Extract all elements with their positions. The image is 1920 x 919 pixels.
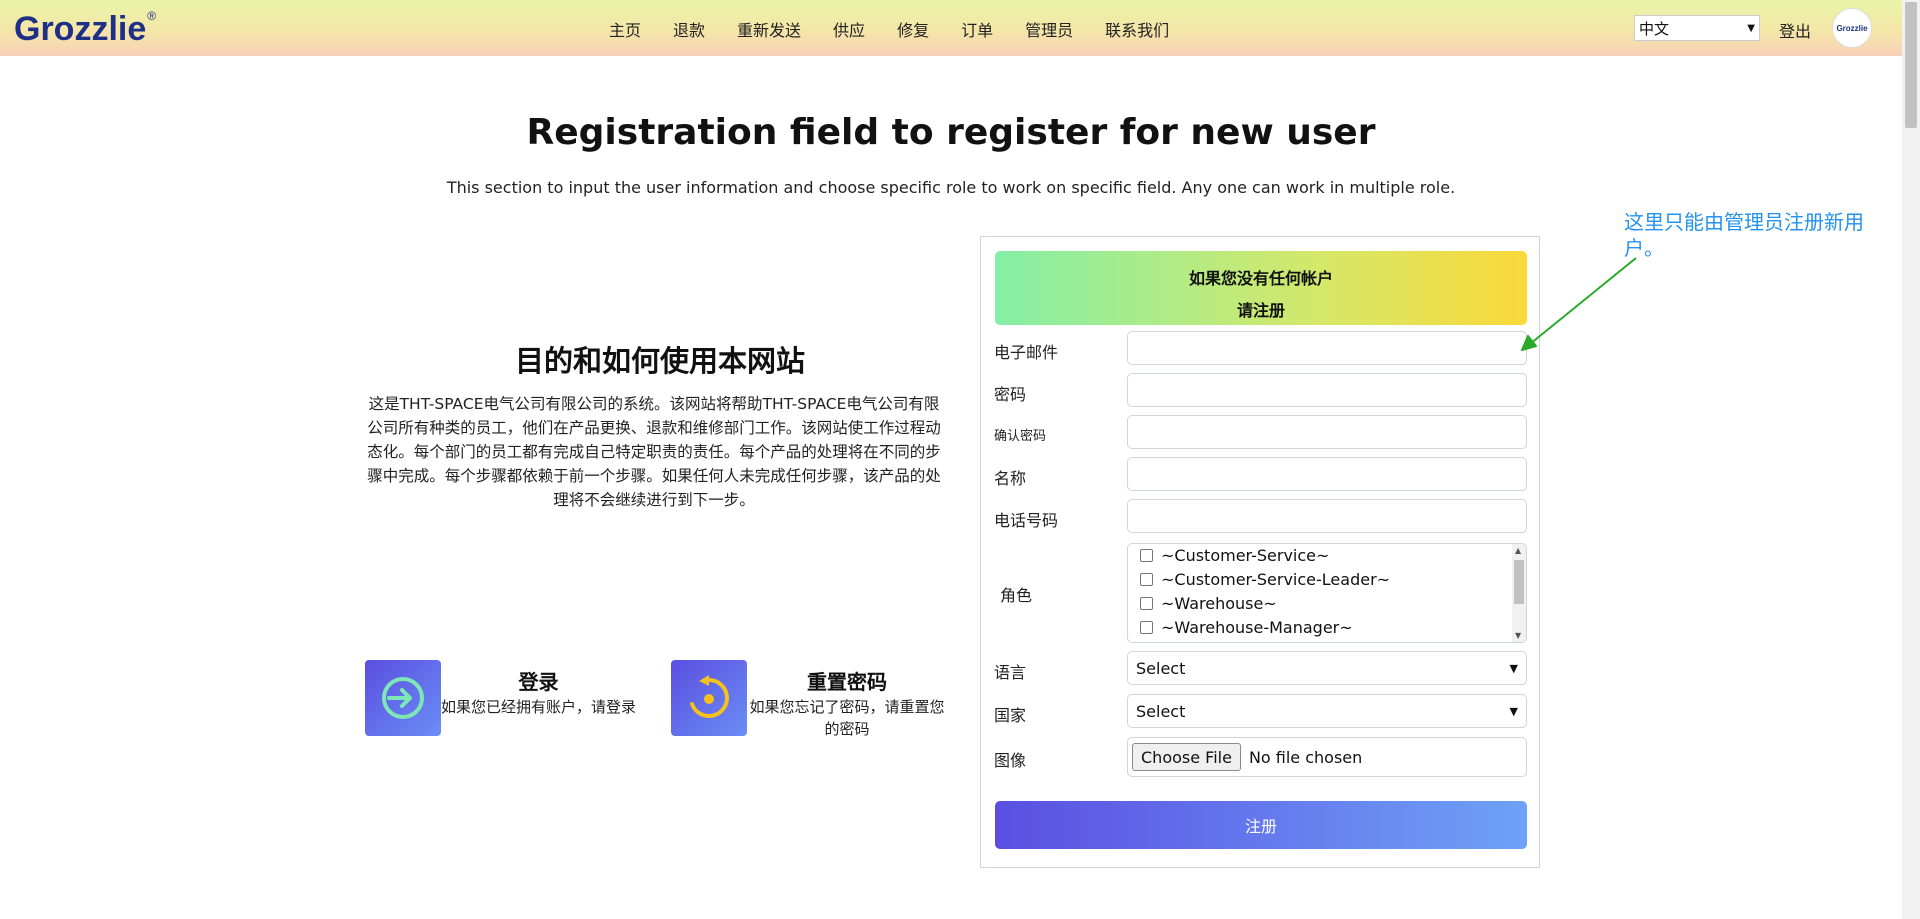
logo-registered-mark: ®: [147, 8, 157, 23]
role-option-customer-service[interactable]: ~Customer-Service~: [1140, 546, 1329, 565]
role-list-scrollbar-thumb[interactable]: [1514, 560, 1524, 604]
language-select[interactable]: 中文 ▼: [1634, 15, 1760, 41]
language-label: 语言: [994, 663, 1027, 682]
register-button[interactable]: 注册: [995, 801, 1527, 849]
name-label: 名称: [994, 469, 1027, 488]
role-option-warehouse-manager[interactable]: ~Warehouse-Manager~: [1140, 618, 1353, 637]
country-label: 国家: [994, 706, 1027, 725]
chevron-down-icon: ▼: [1509, 704, 1518, 718]
email-label: 电子邮件: [994, 343, 1059, 362]
nav-refund[interactable]: 退款: [673, 17, 705, 41]
language-select-value: 中文: [1639, 19, 1670, 38]
banner-register-text: 请注册: [1236, 301, 1285, 320]
login-arrow-icon[interactable]: [365, 660, 441, 736]
country-dropdown[interactable]: Select ▼: [1127, 694, 1527, 728]
page-scrollbar-thumb[interactable]: [1905, 2, 1917, 128]
role-option-warehouse[interactable]: ~Warehouse~: [1140, 594, 1277, 613]
role-checkbox[interactable]: [1140, 621, 1153, 634]
image-label: 图像: [994, 751, 1027, 770]
purpose-title: 目的和如何使用本网站: [514, 344, 805, 378]
reset-card-text: 如果您忘记了密码，请重置您的密码: [749, 698, 945, 738]
country-dropdown-value: Select: [1136, 701, 1186, 721]
nav-admin[interactable]: 管理员: [1025, 17, 1073, 41]
banner-no-account-text: 如果您没有任何帐户: [1188, 269, 1333, 288]
choose-file-button[interactable]: Choose File: [1132, 743, 1241, 771]
email-field[interactable]: [1127, 331, 1527, 365]
nav-repair[interactable]: 修复: [897, 17, 929, 41]
login-card[interactable]: 登录 如果您已经拥有账户，请登录: [365, 660, 640, 740]
logo-text: Grozzlie: [14, 10, 147, 48]
role-checkbox[interactable]: [1140, 549, 1153, 562]
role-option-label: ~Customer-Service~: [1161, 546, 1330, 565]
chevron-down-icon: ▼: [1509, 661, 1518, 675]
form-banner: 如果您没有任何帐户 请注册: [995, 251, 1527, 325]
chevron-down-icon: ▼: [1747, 22, 1755, 34]
main-nav: 主页 退款 重新发送 供应 修复 订单 管理员 联系我们: [609, 17, 1201, 41]
role-option-label: ~Customer-Service-Leader~: [1161, 570, 1391, 589]
page-title: Registration field to register for new u…: [526, 112, 1376, 153]
role-list[interactable]: ~Customer-Service~ ~Customer-Service-Lea…: [1127, 543, 1527, 643]
role-option-label: ~Warehouse-Manager~: [1161, 618, 1353, 637]
phone-field[interactable]: [1127, 499, 1527, 533]
page-subtitle: This section to input the user informati…: [446, 178, 1456, 197]
nav-orders[interactable]: 订单: [961, 17, 993, 41]
nav-resend[interactable]: 重新发送: [737, 17, 801, 41]
nav-home[interactable]: 主页: [609, 17, 641, 41]
top-header: Grozzlie® 主页 退款 重新发送 供应 修复 订单 管理员 联系我们 中…: [0, 0, 1902, 56]
nav-contact[interactable]: 联系我们: [1105, 17, 1169, 41]
admin-only-annotation: 这里只能由管理员注册新用户。: [1624, 210, 1864, 260]
file-status-text: No file chosen: [1248, 747, 1363, 767]
phone-label: 电话号码: [994, 511, 1059, 530]
role-option-label: ~Warehouse~: [1161, 594, 1277, 613]
login-card-text: 如果您已经拥有账户，请登录: [441, 698, 637, 716]
password-label: 密码: [994, 385, 1027, 404]
logout-link[interactable]: 登出: [1779, 18, 1811, 42]
role-checkbox[interactable]: [1140, 573, 1153, 586]
confirm-password-field[interactable]: [1127, 415, 1527, 449]
language-dropdown-value: Select: [1136, 658, 1186, 678]
scroll-down-icon[interactable]: ▼: [1515, 631, 1521, 640]
password-field[interactable]: [1127, 373, 1527, 407]
role-checkbox[interactable]: [1140, 597, 1153, 610]
registration-form: 如果您没有任何帐户 请注册 电子邮件 密码 确认密码 名称 电话号码 角色 ~C…: [980, 236, 1540, 868]
role-label: 角色: [1000, 586, 1033, 605]
reset-password-icon[interactable]: [671, 660, 747, 736]
image-file-input[interactable]: Choose File No file chosen: [1127, 737, 1527, 777]
avatar-text: Grozzlie: [1836, 23, 1868, 33]
confirm-password-label: 确认密码: [994, 429, 1047, 444]
language-dropdown[interactable]: Select ▼: [1127, 651, 1527, 685]
purpose-text: 这是THT-SPACE电气公司有限公司的系统。该网站将帮助THT-SPACE电气…: [367, 395, 941, 509]
login-card-title: 登录: [518, 670, 559, 694]
role-option-customer-service-leader[interactable]: ~Customer-Service-Leader~: [1140, 570, 1390, 589]
reset-password-card[interactable]: 重置密码 如果您忘记了密码，请重置您的密码: [671, 660, 946, 740]
role-list-scrollbar[interactable]: ▲ ▼: [1512, 544, 1526, 642]
name-field[interactable]: [1127, 457, 1527, 491]
avatar[interactable]: Grozzlie: [1832, 8, 1872, 48]
reset-card-title: 重置密码: [807, 670, 887, 694]
scroll-up-icon[interactable]: ▲: [1515, 546, 1521, 555]
logo[interactable]: Grozzlie®: [14, 8, 157, 49]
page-scrollbar[interactable]: [1902, 0, 1920, 919]
nav-supply[interactable]: 供应: [833, 17, 865, 41]
